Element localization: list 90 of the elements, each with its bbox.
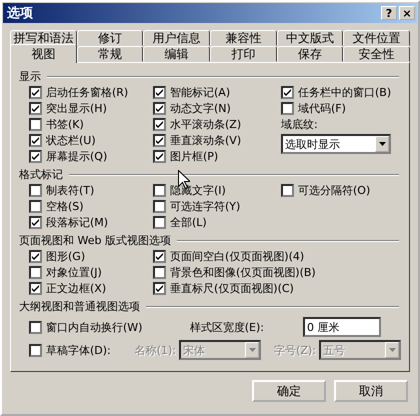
checkbox[interactable] [29, 184, 42, 196]
checkbox-label: 窗口内自动换行(W) [46, 320, 142, 334]
checkbox[interactable] [281, 102, 294, 114]
checkbox[interactable] [29, 216, 42, 228]
checkbox[interactable] [29, 86, 42, 98]
checkbox[interactable] [29, 266, 42, 278]
checkbox[interactable] [29, 150, 42, 162]
section-title: 页面视图和 Web 版式视图选项 [19, 233, 171, 248]
tab[interactable]: 安全性 [343, 46, 410, 62]
checkbox[interactable] [29, 320, 42, 334]
check-icon [31, 218, 40, 226]
tab[interactable]: 用户信息 [143, 30, 210, 46]
tab[interactable]: 视图 [10, 44, 77, 63]
tab[interactable]: 修订 [76, 30, 144, 46]
checkbox[interactable] [153, 102, 166, 114]
checkbox[interactable] [29, 102, 42, 114]
checkbox[interactable] [29, 282, 42, 294]
checkbox[interactable] [153, 216, 166, 228]
checkbox-label: 对象位置(J) [46, 264, 102, 280]
check-icon [31, 252, 40, 260]
window-title: 选项 [7, 5, 34, 22]
checkbox[interactable] [153, 118, 166, 130]
checkbox-label: 垂直标尺(仅页面视图)(C) [170, 280, 294, 296]
checkbox-label: 启动任务窗格(R) [46, 84, 128, 100]
checkbox[interactable] [281, 86, 294, 98]
tab[interactable]: 常规 [76, 46, 144, 62]
checkbox-label: 可选连字符(Y) [170, 198, 240, 214]
tab[interactable]: 中文版式 [276, 30, 344, 46]
checkbox[interactable] [153, 150, 166, 162]
checkbox-label: 突出显示(H) [46, 100, 107, 116]
checkbox-label: 状态栏(U) [46, 132, 96, 148]
close-button[interactable]: × [399, 6, 415, 20]
tab[interactable]: 打印 [210, 46, 277, 62]
section-title: 格式标记 [19, 167, 63, 182]
checkbox[interactable] [281, 184, 294, 196]
checkbox-label: 草稿字体(D): [46, 342, 111, 358]
checkbox-label: 制表符(T) [46, 182, 94, 198]
tab[interactable]: 保存 [276, 46, 344, 62]
checkbox-label: 屏幕提示(Q) [46, 148, 108, 164]
checkbox-label: 书签(K) [46, 116, 84, 132]
checkbox[interactable] [153, 134, 166, 146]
tab[interactable]: 编辑 [143, 46, 210, 62]
checkbox-label: 段落标记(M) [46, 214, 108, 230]
checkbox[interactable] [29, 200, 42, 212]
checkbox-label: 页面间空白(仅页面视图)(4) [170, 248, 304, 264]
checkbox-label: 域代码(F) [298, 100, 346, 116]
checkbox-label: 图片框(P) [170, 148, 218, 164]
caret-icon [248, 348, 256, 352]
field-label: 样式区宽度(E): [190, 320, 265, 335]
checkbox[interactable] [153, 266, 166, 278]
check-icon [283, 88, 292, 96]
checkbox[interactable] [29, 118, 42, 130]
checkbox-label: 图形(G) [46, 248, 86, 264]
field-label: 字号(Z): [274, 342, 317, 358]
checkbox[interactable] [153, 200, 166, 212]
field-label: 名称(1): [134, 342, 177, 358]
section-title: 显示 [19, 69, 41, 84]
help-button[interactable]: ? [381, 6, 397, 20]
tab[interactable]: 兼容性 [210, 30, 277, 46]
checkbox-label: 可选分隔符(O) [298, 182, 370, 198]
checkbox-label: 空格(S) [46, 198, 84, 214]
check-icon [155, 284, 164, 292]
cancel-button[interactable]: 取消 [334, 380, 408, 402]
checkbox-label: 正文边框(X) [46, 280, 106, 296]
checkbox-label: 智能标记(A) [170, 84, 230, 100]
checkbox-label: 隐藏文字(I) [170, 182, 226, 198]
caret-icon [388, 348, 396, 352]
field-label: 域底纹: [281, 116, 319, 132]
ok-button[interactable]: 确定 [252, 380, 326, 402]
tab[interactable]: 文件位置 [343, 30, 410, 46]
checkbox[interactable] [153, 184, 166, 196]
caret-icon [378, 142, 386, 146]
check-icon [155, 252, 164, 260]
checkbox-label: 垂直滚动条(V) [170, 132, 242, 148]
checkbox-label: 动态文字(N) [170, 100, 231, 116]
checkbox[interactable] [29, 344, 42, 356]
check-icon [31, 284, 40, 292]
section-title: 大纲视图和普通视图选项 [19, 299, 140, 314]
dropdown-button[interactable] [375, 136, 389, 152]
spin-field[interactable]: 0 厘米 [303, 317, 381, 337]
dropdown-field[interactable]: 选取时显示 [281, 134, 391, 154]
checkbox-label: 背景色和图像(仅页面视图)(B) [170, 264, 316, 280]
checkbox-label: 任务栏中的窗口(B) [298, 84, 392, 100]
checkbox[interactable] [29, 134, 42, 146]
checkbox-label: 水平滚动条(Z) [170, 116, 242, 132]
checkbox[interactable] [29, 250, 42, 262]
checkbox[interactable] [153, 250, 166, 262]
checkbox[interactable] [153, 86, 166, 98]
checkbox-label: 全部(L) [170, 214, 207, 230]
checkbox[interactable] [153, 282, 166, 294]
